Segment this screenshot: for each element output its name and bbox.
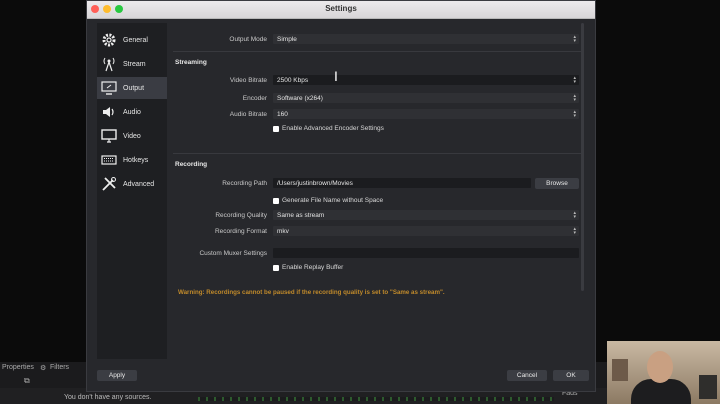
broadcast-icon xyxy=(100,56,118,72)
settings-window: Settings General Stream Output Audio Vid… xyxy=(86,0,596,392)
sidebar-item-stream[interactable]: Stream xyxy=(97,53,167,75)
filters-tab[interactable]: Filters xyxy=(50,364,69,371)
monitor-icon xyxy=(100,128,118,144)
video-bitrate-label: Video Bitrate xyxy=(229,77,267,84)
no-space-checkbox[interactable] xyxy=(273,198,279,204)
sidebar-item-output[interactable]: Output xyxy=(97,77,167,99)
recording-format-label: Recording Format xyxy=(214,228,267,235)
gear-icon xyxy=(100,32,118,48)
audio-bitrate-select[interactable]: 160 ▴ ▾ xyxy=(273,109,579,119)
custom-muxer-input[interactable] xyxy=(273,248,579,258)
sidebar-item-audio[interactable]: Audio xyxy=(97,101,167,123)
sidebar-item-hotkeys[interactable]: Hotkeys xyxy=(97,149,167,171)
browse-button[interactable]: Browse xyxy=(535,178,579,189)
spin-arrows-icon[interactable]: ▴ ▾ xyxy=(573,76,576,85)
keyboard-icon xyxy=(100,152,118,168)
sidebar-item-video[interactable]: Video xyxy=(97,125,167,147)
advanced-encoder-checkbox[interactable] xyxy=(273,126,279,132)
text-cursor-icon: Ι xyxy=(334,68,338,84)
select-arrows-icon: ▴ ▾ xyxy=(573,210,576,220)
ok-button[interactable]: OK xyxy=(553,370,589,381)
no-sources-text: You don't have any sources. xyxy=(64,394,152,401)
output-mode-select[interactable]: Simple ▴ ▾ xyxy=(273,34,579,44)
video-bitrate-input[interactable]: 2500 Kbps ▴ ▾ xyxy=(273,75,579,85)
settings-scrollbar[interactable] xyxy=(581,23,584,291)
output-icon xyxy=(100,80,118,96)
settings-sidebar: General Stream Output Audio Video Hotkey… xyxy=(97,23,167,359)
tools-icon xyxy=(100,176,118,192)
replay-buffer-label: Enable Replay Buffer xyxy=(282,264,344,271)
select-arrows-icon: ▴ ▾ xyxy=(573,93,576,103)
add-source-icon[interactable]: ⧉ xyxy=(24,376,30,386)
divider xyxy=(173,153,583,154)
select-arrows-icon: ▴ ▾ xyxy=(573,109,576,119)
quality-warning: Warning: Recordings cannot be paused if … xyxy=(178,289,445,296)
sidebar-item-label: Stream xyxy=(123,60,146,68)
select-arrows-icon: ▴ ▾ xyxy=(573,226,576,236)
custom-muxer-label: Custom Muxer Settings xyxy=(199,250,267,257)
streaming-heading: Streaming xyxy=(175,59,207,66)
cancel-button[interactable]: Cancel xyxy=(507,370,547,381)
encoder-select[interactable]: Software (x264) ▴ ▾ xyxy=(273,93,579,103)
advanced-encoder-label: Enable Advanced Encoder Settings xyxy=(282,125,384,132)
recording-path-label: Recording Path xyxy=(222,180,267,187)
sidebar-item-general[interactable]: General xyxy=(97,29,167,51)
sidebar-item-advanced[interactable]: Advanced xyxy=(97,173,167,195)
wall-picture xyxy=(612,359,628,381)
output-mode-label: Output Mode xyxy=(229,36,267,43)
encoder-label: Encoder xyxy=(242,95,267,102)
wall-picture xyxy=(699,375,717,399)
sidebar-item-label: Video xyxy=(123,132,141,140)
no-space-label: Generate File Name without Space xyxy=(282,197,384,204)
speaker-icon xyxy=(100,104,118,120)
webcam-overlay xyxy=(607,341,720,404)
audio-bitrate-label: Audio Bitrate xyxy=(229,111,267,118)
select-arrows-icon: ▴ ▾ xyxy=(573,34,576,44)
recording-format-select[interactable]: mkv ▴ ▾ xyxy=(273,226,579,236)
output-settings-panel: Output Mode Simple ▴ ▾ Streaming Video Bit… xyxy=(173,23,583,359)
apply-button[interactable]: Apply xyxy=(97,370,137,381)
sidebar-item-label: Advanced xyxy=(123,180,155,188)
sidebar-item-label: Output xyxy=(123,84,145,92)
sidebar-item-label: Audio xyxy=(123,108,141,116)
recording-path-input[interactable]: /Users/justinbrown/Movies xyxy=(273,178,531,188)
divider xyxy=(173,51,583,52)
recording-quality-label: Recording Quality xyxy=(215,212,267,219)
title-bar: Settings xyxy=(87,1,595,19)
properties-tab[interactable]: Properties xyxy=(2,364,34,371)
window-title: Settings xyxy=(325,4,357,13)
filters-gear-icon[interactable]: ⚙ xyxy=(40,364,46,372)
audio-meter xyxy=(198,397,554,401)
recording-quality-select[interactable]: Same as stream ▴ ▾ xyxy=(273,210,579,220)
sidebar-item-label: Hotkeys xyxy=(123,156,149,164)
replay-buffer-checkbox[interactable] xyxy=(273,265,279,271)
recording-heading: Recording xyxy=(175,161,208,168)
presenter-head xyxy=(647,351,673,383)
sidebar-item-label: General xyxy=(123,36,148,44)
